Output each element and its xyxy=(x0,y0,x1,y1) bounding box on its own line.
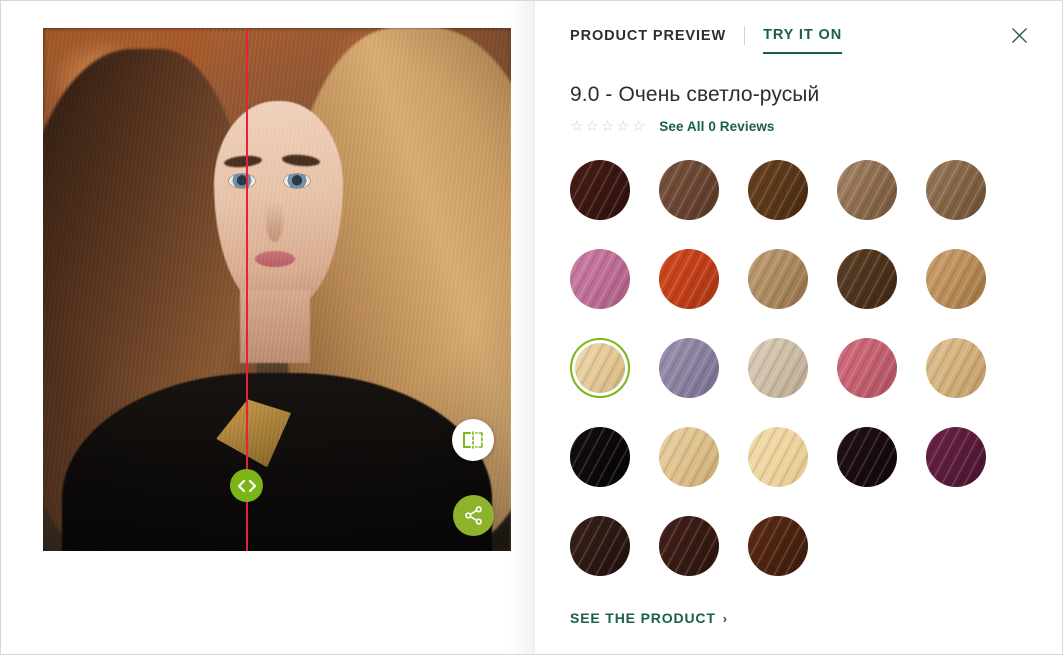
swatch-5-color xyxy=(926,160,986,220)
swatch-2-color xyxy=(659,160,719,220)
swatch-5[interactable] xyxy=(926,160,986,220)
star-5[interactable]: ☆ xyxy=(632,119,645,134)
swatch-8[interactable] xyxy=(748,249,808,309)
before-after-photo[interactable] xyxy=(43,28,511,551)
swatch-18[interactable] xyxy=(748,427,808,487)
swatch-19[interactable] xyxy=(837,427,897,487)
swatch-21[interactable] xyxy=(570,516,630,576)
rating-row: ☆ ☆ ☆ ☆ ☆ See All 0 Reviews xyxy=(570,119,1032,134)
swatch-14[interactable] xyxy=(837,338,897,398)
swatch-6[interactable] xyxy=(570,249,630,309)
swatch-12-color xyxy=(659,338,719,398)
swatch-17-color xyxy=(659,427,719,487)
swatch-14-color xyxy=(837,338,897,398)
swatch-18-color xyxy=(748,427,808,487)
swatch-10-color xyxy=(926,249,986,309)
swatch-7-color xyxy=(659,249,719,309)
swatch-21-color xyxy=(570,516,630,576)
swatch-7[interactable] xyxy=(659,249,719,309)
close-button[interactable] xyxy=(1006,23,1032,49)
shade-swatch-grid xyxy=(570,160,1032,576)
photo-vignette xyxy=(43,28,511,551)
close-icon xyxy=(1011,28,1027,43)
star-1[interactable]: ☆ xyxy=(570,119,583,134)
see-the-product-label: SEE THE PRODUCT xyxy=(570,610,716,626)
swatch-13[interactable] xyxy=(748,338,808,398)
preview-pane xyxy=(1,1,535,654)
swatch-9-color xyxy=(837,249,897,309)
swatch-1[interactable] xyxy=(570,160,630,220)
tab-try-it-on[interactable]: TRY IT ON xyxy=(763,27,843,54)
panel-header: PRODUCT PREVIEW TRY IT ON xyxy=(570,23,1032,57)
see-the-product-link[interactable]: SEE THE PRODUCT › xyxy=(570,610,728,626)
swatch-1-color xyxy=(570,160,630,220)
see-all-reviews-link[interactable]: See All 0 Reviews xyxy=(659,119,774,134)
tab-product-preview[interactable]: PRODUCT PREVIEW xyxy=(570,28,726,53)
swatch-17[interactable] xyxy=(659,427,719,487)
virtual-try-on-app: PRODUCT PREVIEW TRY IT ON 9.0 - Очень св… xyxy=(0,0,1063,655)
swatch-3-color xyxy=(748,160,808,220)
star-3[interactable]: ☆ xyxy=(601,119,614,134)
swatch-11[interactable] xyxy=(570,338,630,398)
swatch-22[interactable] xyxy=(659,516,719,576)
swatch-20-color xyxy=(926,427,986,487)
swatch-23[interactable] xyxy=(748,516,808,576)
swatch-19-color xyxy=(837,427,897,487)
share-button[interactable] xyxy=(453,495,494,536)
before-after-slider-handle[interactable] xyxy=(230,469,263,502)
swatch-16-color xyxy=(570,427,630,487)
share-icon xyxy=(465,506,482,525)
chevron-right-icon: › xyxy=(722,610,728,626)
swatch-4-color xyxy=(837,160,897,220)
product-panel: PRODUCT PREVIEW TRY IT ON 9.0 - Очень св… xyxy=(535,1,1062,654)
swatch-15[interactable] xyxy=(926,338,986,398)
swatch-11-color xyxy=(575,343,625,393)
swatch-13-color xyxy=(748,338,808,398)
swatch-2[interactable] xyxy=(659,160,719,220)
swatch-22-color xyxy=(659,516,719,576)
swatch-23-color xyxy=(748,516,808,576)
swatch-15-color xyxy=(926,338,986,398)
swatch-3[interactable] xyxy=(748,160,808,220)
swatch-16[interactable] xyxy=(570,427,630,487)
star-rating: ☆ ☆ ☆ ☆ ☆ xyxy=(570,119,645,134)
page-title: 9.0 - Очень светло-русый xyxy=(570,83,820,106)
star-2[interactable]: ☆ xyxy=(585,119,598,134)
split-view-toggle-button[interactable] xyxy=(452,419,494,461)
left-right-arrows-icon xyxy=(237,479,256,492)
swatch-6-color xyxy=(570,249,630,309)
swatch-4[interactable] xyxy=(837,160,897,220)
swatch-8-color xyxy=(748,249,808,309)
swatch-10[interactable] xyxy=(926,249,986,309)
swatch-20[interactable] xyxy=(926,427,986,487)
swatch-12[interactable] xyxy=(659,338,719,398)
star-4[interactable]: ☆ xyxy=(616,119,629,134)
split-compare-icon xyxy=(463,431,483,449)
swatch-9[interactable] xyxy=(837,249,897,309)
tab-separator xyxy=(744,26,746,45)
